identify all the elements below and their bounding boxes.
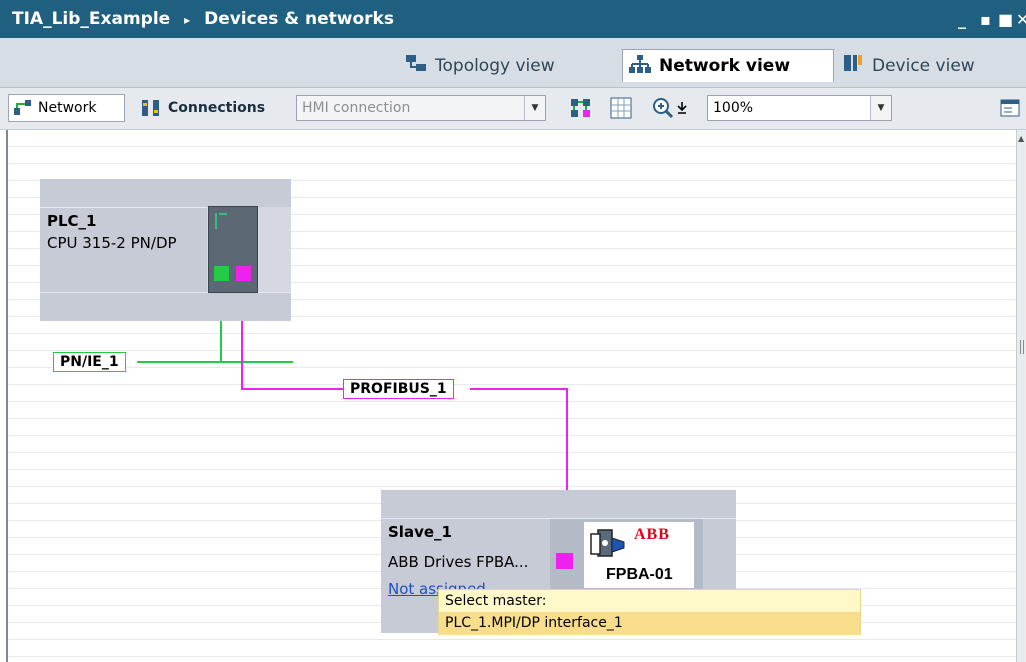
abb-logo: ABB — [634, 526, 670, 543]
fpba-module-icon: ABB FPBA-01 — [584, 522, 694, 588]
module-label: FPBA-01 — [606, 566, 673, 583]
slave-type: ABB Drives FPBA... — [388, 553, 529, 571]
tooltip-title: Select master: — [445, 593, 547, 609]
profibus-network-label[interactable]: PROFIBUS_1 — [343, 379, 454, 399]
profinet-port-icon[interactable] — [214, 266, 229, 281]
plc-type: CPU 315-2 PN/DP — [47, 234, 177, 252]
select-master-tooltip: Select master: PLC_1.MPI/DP interface_1 — [438, 589, 861, 635]
cpu-module-icon — [208, 206, 258, 293]
slave-name[interactable]: Slave_1 — [388, 523, 452, 541]
slave-dp-port-icon[interactable] — [556, 553, 573, 569]
drive-module-icon — [590, 529, 625, 557]
plc-device[interactable]: PLC_1 CPU 315-2 PN/DP — [40, 179, 291, 321]
profibus-port-icon[interactable] — [236, 266, 251, 281]
plc-name[interactable]: PLC_1 — [47, 212, 97, 230]
pn-ie-network-label[interactable]: PN/IE_1 — [53, 352, 126, 372]
master-option[interactable]: PLC_1.MPI/DP interface_1 — [445, 615, 623, 631]
